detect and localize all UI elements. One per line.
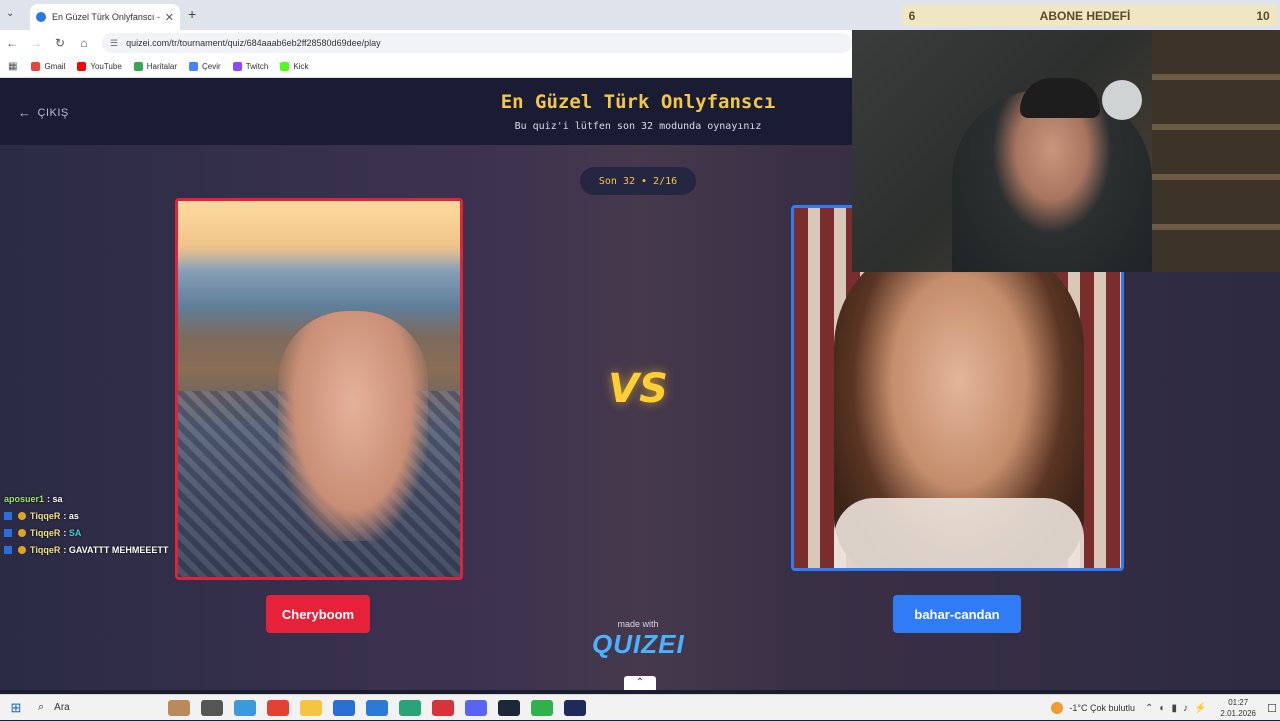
vs-lightning-icon: VS	[608, 366, 668, 412]
taskbar-search[interactable]: ⌕ Ara	[32, 701, 162, 714]
tab-search-chevron-icon[interactable]: ⌄	[6, 8, 14, 19]
chevron-up-icon[interactable]: ⌃	[624, 676, 656, 690]
stream-chat-overlay: aposuer1: sa TiqqeR: as TiqqeR: SA Tiqqe…	[0, 490, 360, 558]
notification-icon[interactable]: ☐	[1264, 702, 1280, 715]
windows-start-icon[interactable]: ⊞	[0, 700, 32, 716]
windows-taskbar: ⊞ ⌕ Ara -1°C Çok bulutlu ⌃◐▮♪⚡ 01:27 2.0…	[0, 694, 1280, 720]
youtube-icon	[77, 62, 87, 71]
subscriber-badge-icon	[18, 511, 26, 520]
kick-icon	[280, 62, 290, 71]
tray-icons[interactable]: ⌃◐▮♪⚡	[1145, 703, 1212, 714]
quizei-logo[interactable]: QUIZEI	[592, 629, 684, 660]
bookmark-maps[interactable]: Haritalar	[133, 62, 178, 71]
new-tab-button[interactable]: +	[188, 6, 196, 22]
maps-icon	[133, 62, 143, 71]
subscriber-badge-icon	[18, 528, 26, 537]
translate-icon	[189, 62, 199, 71]
kick-badge-icon	[4, 511, 12, 520]
apps-grid-icon[interactable]: ▦	[8, 61, 17, 72]
webcam-overlay	[852, 30, 1280, 272]
weather-text: -1°C Çok bulutlu	[1069, 703, 1136, 713]
round-indicator: Son 32 • 2/16	[580, 167, 696, 195]
store-icon[interactable]	[332, 699, 355, 716]
tab-title: En Güzel Türk Onlyfanscı - Tier	[52, 12, 161, 22]
search-icon: ⌕	[38, 701, 45, 713]
url-text: quizei.com/tr/tournament/quiz/684aaab6eb…	[126, 38, 381, 48]
home-button[interactable]: ⌂	[72, 36, 96, 50]
clock-time: 01:27	[1228, 698, 1249, 707]
bookmark-translate[interactable]: Çevir	[189, 62, 221, 71]
bookmark-label: YouTube	[90, 62, 122, 71]
chat-message: aposuer1: sa	[4, 493, 63, 504]
chat-message: TiqqeR: SA	[0, 524, 360, 541]
left-choice-button[interactable]: Cheryboom	[266, 595, 370, 633]
bookmark-label: Gmail	[44, 62, 66, 71]
site-info-icon[interactable]: ☰	[110, 38, 118, 49]
app-icon[interactable]	[365, 699, 388, 716]
address-bar[interactable]: ☰ quizei.com/tr/tournament/quiz/684aaab6…	[102, 33, 852, 53]
chat-message: TiqqeR: GAVATTT MEHMEEETT	[0, 541, 360, 558]
kick-badge-icon	[4, 528, 12, 537]
clock[interactable]: 01:27 2.01.2026	[1220, 697, 1256, 719]
opera-icon[interactable]	[431, 699, 454, 716]
bookmark-label: Kick	[293, 62, 309, 71]
bookmark-label: Haritalar	[146, 62, 178, 71]
bookmark-kick[interactable]: Kick	[280, 62, 308, 71]
right-choice-button[interactable]: bahar-candan	[893, 595, 1021, 633]
app-icon[interactable]	[530, 699, 553, 716]
bookmark-youtube[interactable]: YouTube	[77, 62, 122, 71]
file-explorer-icon[interactable]	[299, 699, 322, 716]
kick-badge-icon	[4, 545, 12, 554]
weather-icon	[1051, 702, 1064, 714]
forward-button[interactable]: →	[24, 36, 48, 50]
search-label: Ara	[54, 702, 70, 713]
bookmarks-bar: ▦ Gmail YouTube Haritalar Çevir Twitch K…	[0, 56, 852, 78]
back-button[interactable]: ←	[0, 36, 24, 50]
subscriber-goal-bar: 6 ABONE HEDEFİ 10	[902, 5, 1278, 26]
bookmark-twitch[interactable]: Twitch	[232, 62, 269, 71]
system-tray: -1°C Çok bulutlu ⌃◐▮♪⚡ 01:27 2.01.2026 ☐	[1051, 695, 1280, 721]
discord-icon[interactable]	[464, 699, 487, 716]
goal-target: 10	[1256, 8, 1270, 23]
copilot-icon[interactable]	[233, 699, 256, 716]
widgets-icon[interactable]	[167, 699, 190, 716]
tab-favicon-icon	[36, 12, 46, 22]
steam-icon[interactable]	[497, 699, 520, 716]
twitch-icon	[232, 62, 242, 71]
chrome-icon[interactable]	[266, 699, 289, 716]
goal-label: ABONE HEDEFİ	[1039, 8, 1131, 23]
bookmark-label: Twitch	[245, 62, 269, 71]
gmail-icon	[31, 62, 41, 71]
browser-nav-bar: ← → ↻ ⌂ ☰ quizei.com/tr/tournament/quiz/…	[0, 30, 852, 56]
reload-button[interactable]: ↻	[48, 36, 72, 50]
bookmark-gmail[interactable]: Gmail	[31, 62, 65, 71]
task-view-icon[interactable]	[200, 699, 223, 716]
browser-tab[interactable]: En Güzel Türk Onlyfanscı - Tier ✕	[30, 4, 180, 30]
close-tab-icon[interactable]: ✕	[165, 11, 174, 24]
made-with-label: made with	[617, 619, 659, 629]
subscriber-badge-icon	[18, 545, 26, 554]
goal-current: 6	[908, 8, 916, 23]
clock-date: 2.01.2026	[1220, 709, 1256, 718]
bookmark-label: Çevir	[202, 62, 221, 71]
app-icon[interactable]	[563, 699, 586, 716]
app-icon[interactable]	[398, 699, 421, 716]
weather-widget[interactable]: -1°C Çok bulutlu	[1051, 702, 1135, 714]
chat-message: TiqqeR: as	[0, 507, 360, 524]
